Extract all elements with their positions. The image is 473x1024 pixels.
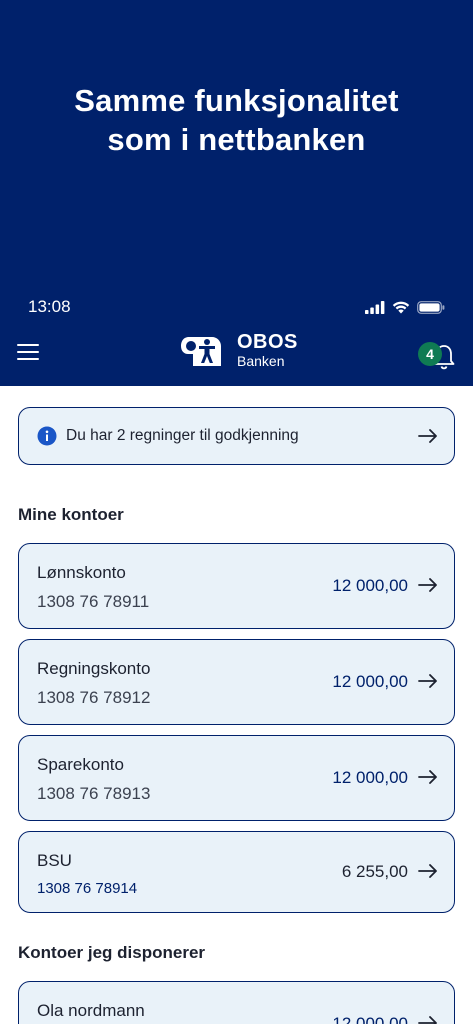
bills-notice-text: Du har 2 regninger til godkjenning [66,427,299,444]
promo-line-1: Samme funksjonalitet [74,83,399,118]
account-name: Sparekonto [37,755,124,774]
battery-icon [417,300,445,314]
menu-icon-line [17,351,39,353]
section-title-mine-kontoer: Mine kontoer [18,505,124,524]
logo-subtitle: Banken [237,353,285,369]
arrow-right-icon [418,770,438,784]
arrow-right-icon [418,1016,438,1024]
account-balance: 12 000,00 [332,576,408,595]
arrow-right-icon [418,429,437,443]
account-card[interactable]: Ola nordmann 12 000,00 [18,981,455,1024]
arrow-right-icon [418,864,438,878]
account-number: 1308 76 78911 [37,592,150,611]
menu-icon [17,344,39,346]
promo-headline: Samme funksjonalitet som i nettbanken [74,81,398,159]
info-icon [37,426,57,446]
arrow-right-icon [418,674,438,688]
app-header: OBOS Banken 4 [0,322,473,386]
wifi-icon [392,301,410,313]
promo-line-2: som i nettbanken [107,122,366,157]
account-balance: 12 000,00 [332,768,408,787]
obos-logo-icon [181,337,221,366]
section-title-disponerer: Kontoer jeg disponerer [18,943,206,962]
logo-title: OBOS [237,331,298,353]
account-number: 1308 76 78912 [37,688,151,707]
account-card[interactable]: Sparekonto 1308 76 78913 12 000,00 [18,735,455,821]
account-balance: 6 255,00 [341,862,408,881]
account-name: BSU [37,851,72,870]
account-card[interactable]: BSU 1308 76 78914 6 255,00 [18,831,455,913]
menu-button[interactable] [17,344,39,362]
account-name: Lønnskonto [37,563,126,582]
account-card[interactable]: Lønnskonto 1308 76 78911 12 000,00 [18,543,455,629]
arrow-right-icon [418,578,438,592]
status-bar: 13:08 [0,282,473,322]
signal-icon [365,300,385,314]
account-number: 1308 76 78913 [37,784,151,803]
account-balance: 12 000,00 [332,1014,408,1024]
menu-icon-line [17,358,39,360]
account-name: Ola nordmann [37,1001,145,1020]
promo-banner: Samme funksjonalitet som i nettbanken [0,0,473,282]
account-number: 1308 76 78914 [37,880,138,897]
account-balance: 12 000,00 [332,672,408,691]
notification-badge: 4 [418,342,442,366]
notifications-button[interactable]: 4 [418,340,458,376]
account-card[interactable]: Regningskonto 1308 76 78912 12 000,00 [18,639,455,725]
status-icons [365,300,445,314]
status-time: 13:08 [28,297,71,316]
bills-notice[interactable]: Du har 2 regninger til godkjenning [18,407,455,465]
account-name: Regningskonto [37,659,151,678]
obos-logo: OBOS Banken [181,332,298,368]
